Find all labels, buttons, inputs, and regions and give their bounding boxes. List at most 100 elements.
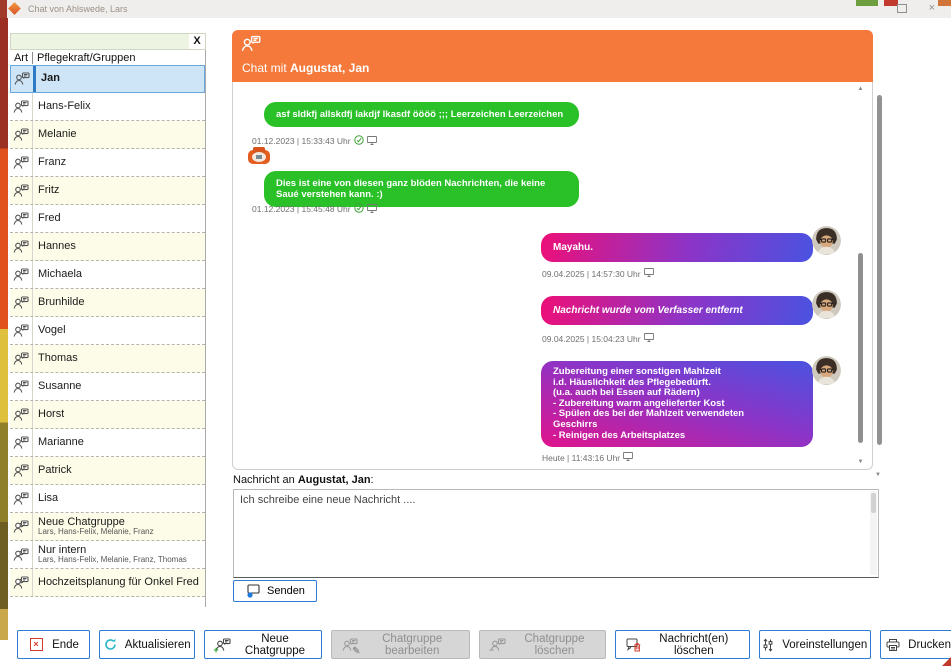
- contact-name: Susanne: [38, 381, 81, 392]
- message-timestamp: 09.04.2025 | 15:04:23 Uhr: [542, 333, 654, 344]
- button-label: Neue Chatgruppe: [239, 633, 310, 657]
- person-chat-icon: [10, 373, 33, 400]
- resize-corner: [942, 657, 951, 666]
- contact-name: Melanie: [38, 129, 77, 140]
- contact-name: Michaela: [38, 269, 82, 280]
- composer: [233, 489, 879, 578]
- contact-name: Nur intern: [38, 545, 86, 556]
- contact-name: Hannes: [38, 241, 76, 252]
- person-chat-icon: [10, 485, 33, 512]
- sidebar-item-brunhilde[interactable]: Brunhilde: [10, 289, 205, 317]
- contact-name: Thomas: [38, 353, 78, 364]
- scroll-down-arrow[interactable]: ▼: [855, 459, 866, 465]
- restore-window-button[interactable]: [897, 4, 907, 13]
- sidebar-item-marianne[interactable]: Marianne: [10, 429, 205, 457]
- sidebar-item-fritz[interactable]: Fritz: [10, 177, 205, 205]
- person-chat-icon: [10, 121, 33, 148]
- group-chat-icon: [10, 513, 33, 540]
- background-fragment: [0, 0, 7, 18]
- incoming-message-bubble[interactable]: Zubereitung einer sonstigen Mahlzeit i.d…: [541, 361, 813, 447]
- contact-name: Hochzeitsplanung für Onkel Fred: [38, 577, 199, 588]
- scroll-up-arrow[interactable]: ▲: [855, 86, 866, 92]
- chat-header: Chat mit Augustat, Jan: [232, 30, 873, 82]
- neue-chatgruppe-button[interactable]: +Neue Chatgruppe: [204, 630, 321, 659]
- voreinstellungen-button[interactable]: Voreinstellungen: [759, 630, 871, 659]
- chatgruppe-bearbeiten-button: ✎Chatgruppe bearbeiten: [331, 630, 470, 659]
- ende-button[interactable]: ×Ende: [17, 630, 90, 659]
- sidebar-item-patrick[interactable]: Patrick: [10, 457, 205, 485]
- sidebar-item-susanne[interactable]: Susanne: [10, 373, 205, 401]
- sidebar-item-vogel[interactable]: Vogel: [10, 317, 205, 345]
- group-members: Lars, Hans-Felix, Melanie, Franz, Thomas: [38, 556, 187, 564]
- column-header-art: Art: [10, 52, 33, 64]
- button-label: Chatgruppe bearbeiten: [366, 633, 459, 657]
- contact-name: Fred: [38, 213, 61, 224]
- panel-scrollbar: [877, 30, 882, 470]
- person-chat-icon: [10, 93, 33, 120]
- contact-avatar: [812, 356, 841, 385]
- contact-avatar: [812, 290, 841, 319]
- messages-scrollbar: ▲ ▼: [855, 86, 866, 465]
- aktualisieren-button[interactable]: Aktualisieren: [99, 630, 195, 659]
- incoming-message-bubble[interactable]: Nachricht wurde vom Verfasser entfernt: [541, 296, 813, 325]
- contact-name: Fritz: [38, 185, 59, 196]
- sidebar-item-thomas[interactable]: Thomas: [10, 345, 205, 373]
- sidebar-item-hochzeitsplanung-für-onkel-fred[interactable]: Hochzeitsplanung für Onkel Fred: [10, 569, 205, 597]
- button-label: Voreinstellungen: [782, 639, 867, 651]
- close-window-button[interactable]: ×: [929, 3, 935, 14]
- sidebar-item-fred[interactable]: Fred: [10, 205, 205, 233]
- contact-sidebar: X Art Pflegekraft/Gruppen JanHans-Felix M…: [10, 33, 206, 607]
- drucken-button[interactable]: Drucken: [880, 630, 951, 659]
- outgoing-message-bubble[interactable]: Dies ist eine von diesen ganz blöden Nac…: [264, 171, 579, 207]
- contact-name: Patrick: [38, 465, 72, 476]
- composer-scrollbar: [870, 491, 877, 575]
- sidebar-item-hannes[interactable]: Hannes: [10, 233, 205, 261]
- message-input[interactable]: [233, 489, 879, 578]
- monitor-icon: [367, 204, 377, 215]
- bottom-toolbar: ×Ende Aktualisieren +Neue Chatgruppe ✎Chatg…: [17, 630, 951, 659]
- clear-search-button[interactable]: X: [189, 34, 205, 49]
- send-message-icon: [245, 583, 261, 599]
- sidebar-item-michaela[interactable]: Michaela: [10, 261, 205, 289]
- sidebar-item-lisa[interactable]: Lisa: [10, 485, 205, 513]
- group-members: Lars, Hans-Felix, Melanie, Franz: [38, 528, 154, 536]
- sidebar-item-horst[interactable]: Horst: [10, 401, 205, 429]
- person-chat-icon: [10, 429, 33, 456]
- search-input[interactable]: [11, 35, 189, 48]
- sidebar-item-nur-intern[interactable]: Nur internLars, Hans-Felix, Melanie, Fra…: [10, 541, 205, 569]
- outgoing-message-bubble[interactable]: asf sldkfj allskdfj lakdjf lkasdf öööö ;…: [264, 102, 579, 127]
- background-fragment: [938, 0, 951, 6]
- person-chat-icon: [10, 289, 33, 316]
- group-chat-icon: [10, 541, 33, 568]
- sidebar-item-melanie[interactable]: Melanie: [10, 121, 205, 149]
- sidebar-item-neue-chatgruppe[interactable]: Neue ChatgruppeLars, Hans-Felix, Melanie…: [10, 513, 205, 541]
- composer-label: Nachricht an Augustat, Jan:: [233, 474, 374, 486]
- incoming-message-bubble[interactable]: Mayahu.: [541, 233, 813, 262]
- chat-window: Chat von Ahlswede, Lars × X Art Pflegekr…: [0, 0, 951, 666]
- contact-avatar: [812, 226, 841, 255]
- scroll-down-arrow[interactable]: ▼: [875, 472, 881, 478]
- button-label: Ende: [52, 639, 79, 651]
- message-timestamp: 09.04.2025 | 14:57:30 Uhr: [542, 268, 654, 279]
- window-titlebar: Chat von Ahlswede, Lars ×: [0, 0, 951, 18]
- own-avatar: [247, 146, 271, 166]
- sidebar-item-franz[interactable]: Franz: [10, 149, 205, 177]
- person-chat-icon: [10, 205, 33, 232]
- button-label: Drucken: [908, 639, 951, 651]
- printer-icon: [886, 637, 900, 653]
- person-chat-icon: [10, 401, 33, 428]
- person-chat-icon: [10, 261, 33, 288]
- person-chat-icon: [10, 233, 33, 260]
- contact-table-header: Art Pflegekraft/Gruppen: [10, 50, 206, 66]
- send-button[interactable]: Senden: [233, 580, 317, 602]
- chat-panel: Chat mit Augustat, Jan ▲ ▼ asf sldkfj al…: [232, 30, 873, 470]
- nachricht-en-löschen-button[interactable]: Nachricht(en) löschen: [615, 630, 750, 659]
- contact-name: Vogel: [38, 325, 66, 336]
- chat-title: Chat mit Augustat, Jan: [242, 61, 369, 75]
- sidebar-item-hans-felix[interactable]: Hans-Felix: [10, 93, 205, 121]
- sidebar-item-jan[interactable]: Jan: [10, 65, 205, 93]
- send-button-label: Senden: [267, 585, 305, 597]
- scrollbar-thumb[interactable]: [871, 493, 876, 513]
- scrollbar-thumb[interactable]: [858, 253, 863, 443]
- scrollbar-thumb[interactable]: [877, 95, 882, 445]
